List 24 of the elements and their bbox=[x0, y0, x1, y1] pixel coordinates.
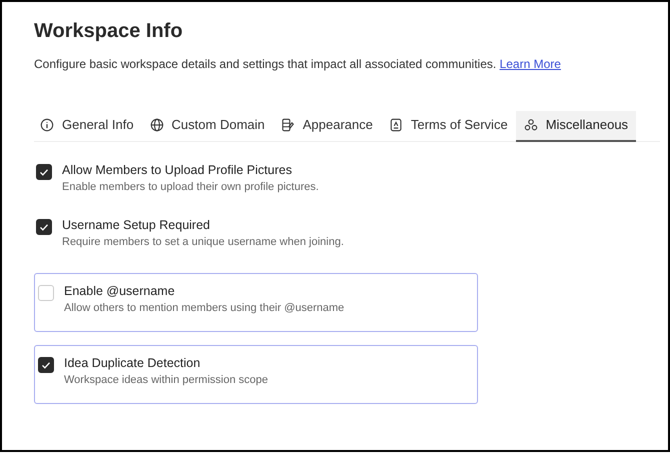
setting-title: Allow Members to Upload Profile Pictures bbox=[62, 163, 293, 177]
document-icon bbox=[388, 118, 403, 132]
checkbox[interactable] bbox=[36, 219, 52, 235]
tab[interactable]: Appearance bbox=[272, 111, 381, 142]
checkbox[interactable] bbox=[36, 164, 52, 180]
tab[interactable]: Miscellaneous bbox=[516, 111, 636, 142]
info-icon bbox=[40, 118, 54, 132]
setting-description: Allow others to mention members using their @username bbox=[64, 302, 344, 314]
globe-icon bbox=[150, 118, 164, 132]
tab[interactable]: General Info bbox=[34, 111, 142, 142]
setting-description: Workspace ideas within permission scope bbox=[64, 374, 268, 386]
setting-description: Enable members to upload their own profile pictures. bbox=[62, 181, 319, 193]
tab[interactable]: Custom Domain bbox=[142, 111, 273, 142]
page-description: Configure basic workspace details and settings that impact all associated communities. Learn More bbox=[34, 57, 562, 71]
setting-title: Idea Duplicate Detection bbox=[64, 356, 202, 370]
setting-description: Require members to set a unique username when joining. bbox=[62, 236, 344, 248]
setting-title: Username Setup Required bbox=[62, 218, 211, 232]
page-title: Workspace Info bbox=[34, 20, 184, 43]
learn-more-link[interactable]: Learn More bbox=[500, 57, 561, 71]
circles-icon bbox=[524, 118, 538, 132]
tab[interactable]: Terms of Service bbox=[380, 111, 516, 142]
setting-title: Enable @username bbox=[64, 284, 176, 298]
palette-icon bbox=[280, 118, 295, 132]
checkbox[interactable] bbox=[38, 357, 54, 373]
